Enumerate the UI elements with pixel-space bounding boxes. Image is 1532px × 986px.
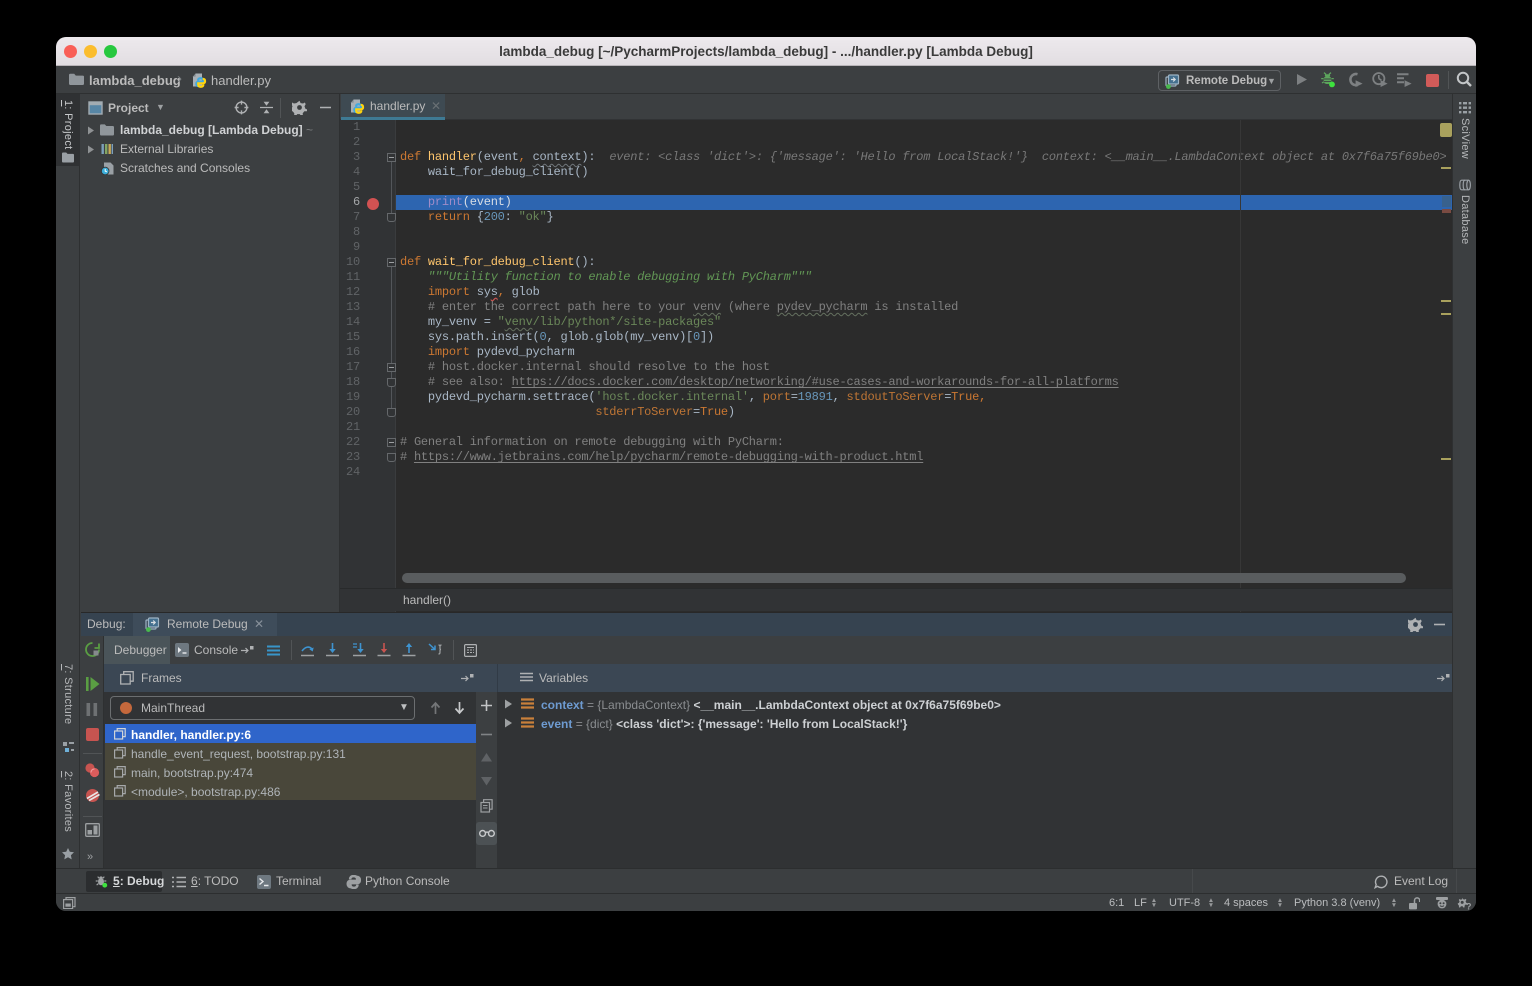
svg-text:?: ?: [1466, 902, 1472, 911]
